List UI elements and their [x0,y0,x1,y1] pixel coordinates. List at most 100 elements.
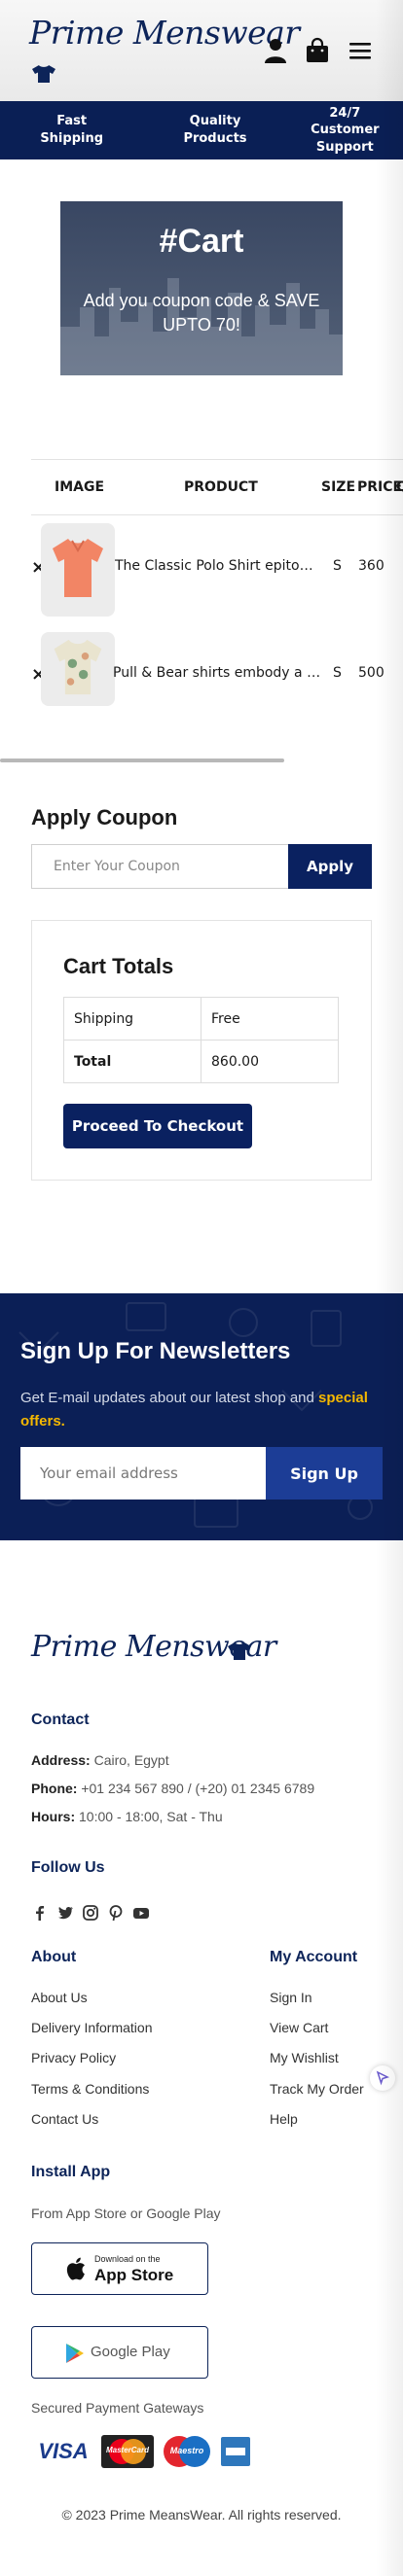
youtube-icon[interactable] [132,1904,150,1922]
contact-hours: Hours: 10:00 - 18:00, Sat - Thu [31,1809,223,1824]
about-heading: About [31,1949,77,1965]
cart-table-scrollbar[interactable] [0,759,284,762]
newsletter-email-input[interactable] [20,1447,266,1500]
google-play-label: Google Play [91,2344,170,2360]
newsletter-title: Sign Up For Newsletters [20,1338,291,1364]
payment-gateways-text: Secured Payment Gateways [31,2400,204,2416]
app-store-small-text: Download on the [94,2254,161,2264]
coupon-title: Apply Coupon [31,805,178,829]
follow-us-heading: Follow Us [31,1859,105,1876]
hero-title: #Cart [159,223,244,260]
totals-value: 860.00 [201,1040,339,1083]
app-store-button[interactable]: Download on the App Store [31,2242,208,2295]
address-value: Cairo, Egypt [93,1752,169,1768]
cart-totals-table: Shipping Free Total 860.00 [63,997,339,1083]
totals-row-shipping: Shipping Free [63,997,339,1041]
google-play-icon [66,2344,84,2363]
cart-row: × Pull & Bear shirts embody a fusion of … [31,632,403,739]
cursor-icon [376,2070,390,2086]
totals-label: Shipping [63,997,202,1041]
footer-link-sign-in[interactable]: Sign In [270,1990,312,2005]
phone-value: +01 234 567 890 / (+20) 01 2345 6789 [81,1781,315,1796]
install-app-text: From App Store or Google Play [31,2205,221,2221]
cart-table-header: IMAGE PRODUCT SIZE PRICE Q [31,459,403,515]
col-product-header: PRODUCT [184,479,258,495]
footer-link-wishlist[interactable]: My Wishlist [270,2050,339,2065]
totals-label: Total [63,1040,202,1083]
maestro-text: Maestro [169,2446,204,2455]
coupon-input[interactable] [31,844,288,889]
feature-quality-products: Quality Products [183,114,247,146]
phone-label: Phone: [31,1781,78,1796]
my-account-heading: My Account [270,1949,358,1965]
app-store-label: App Store [94,2266,174,2284]
product-size: S [333,665,342,681]
tshirt-logo-icon [32,65,55,83]
product-size: S [333,558,342,574]
newsletter-section: Sign Up For Newsletters Get E-mail updat… [0,1293,403,1540]
instagram-icon[interactable] [82,1904,99,1922]
facebook-icon[interactable] [31,1904,49,1922]
cart-table: IMAGE PRODUCT SIZE PRICE Q × The Classic… [31,459,403,739]
col-size-header: SIZE [321,479,356,495]
apple-icon [66,2257,85,2280]
footer-link-view-cart[interactable]: View Cart [270,2020,328,2035]
contact-address: Address: Cairo, Egypt [31,1752,169,1768]
site-header: Prime Menswear [0,0,403,101]
totals-value: Free [201,997,339,1041]
hero-subtitle: Add you coupon code & SAVE UPTO 70! [83,291,320,335]
payment-icons: VISA MasterCard Maestro [31,2435,251,2468]
footer-link-delivery[interactable]: Delivery Information [31,2020,153,2035]
footer-link-about-us[interactable]: About Us [31,1990,88,2005]
tshirt-logo-icon [228,1642,251,1660]
user-icon[interactable] [263,37,288,64]
footer-link-contact-us[interactable]: Contact Us [31,2111,98,2127]
social-icons [31,1904,150,1922]
cart-totals-title: Cart Totals [63,954,174,978]
contact-phone: Phone: +01 234 567 890 / (+20) 01 2345 6… [31,1781,314,1796]
mastercard-icon: MasterCard [101,2435,154,2468]
newsletter-signup-button[interactable]: Sign Up [266,1447,383,1500]
col-image-header: IMAGE [55,479,105,495]
footer-link-track-order[interactable]: Track My Order [270,2081,364,2097]
copyright-text: © 2023 Prime MeansWear. All rights reser… [61,2507,342,2523]
twitter-icon[interactable] [56,1904,74,1922]
cart-hero-banner: #Cart Add you coupon code & SAVE UPTO 70… [60,201,343,375]
apply-coupon-button[interactable]: Apply [288,844,372,889]
totals-row-total: Total 860.00 [63,1040,339,1083]
page-edge-shade [376,0,403,2576]
hours-label: Hours: [31,1809,76,1824]
product-name[interactable]: Pull & Bear shirts embody a fusion of ur… [113,665,323,681]
google-play-button[interactable]: Google Play [31,2326,208,2379]
hours-value: 10:00 - 18:00, Sat - Thu [79,1809,223,1824]
floating-chat-button[interactable] [370,2065,395,2091]
visa-icon: VISA [38,2439,89,2463]
product-thumbnail[interactable] [41,523,115,617]
menu-icon[interactable] [348,37,373,64]
install-app-heading: Install App [31,2164,111,2180]
maestro-icon: Maestro [160,2435,214,2468]
footer-link-privacy[interactable]: Privacy Policy [31,2050,116,2065]
pinterest-icon[interactable] [107,1904,125,1922]
brand-logo[interactable]: Prime Menswear [29,14,300,52]
product-thumbnail[interactable] [41,632,115,706]
product-name[interactable]: The Classic Polo Shirt epitomizes timele… [115,558,325,574]
newsletter-description: Get E-mail updates about our latest shop… [20,1387,371,1433]
product-price: 500 [358,665,385,681]
feature-fast-shipping: Fast Shipping [40,114,104,146]
footer-link-help[interactable]: Help [270,2111,298,2127]
features-bar: Fast Shipping Quality Products 24/7 Cust… [0,101,403,159]
contact-heading: Contact [31,1711,90,1728]
address-label: Address: [31,1752,91,1768]
newsletter-desc-text: Get E-mail updates about our latest shop… [20,1390,314,1406]
proceed-to-checkout-button[interactable]: Proceed To Checkout [63,1104,252,1148]
feature-customer-support: 24/7 Customer Support [311,105,380,155]
cart-row: × The Classic Polo Shirt epitomizes time… [31,515,403,632]
floral-shirt-image [54,639,102,695]
shopping-bag-icon[interactable] [305,37,330,64]
col-quantity-header: Q [396,479,403,495]
product-price: 360 [358,558,385,574]
american-express-icon [221,2437,250,2466]
footer-link-terms[interactable]: Terms & Conditions [31,2081,149,2097]
cart-totals-panel: Cart Totals Shipping Free Total 860.00 P… [31,920,372,1181]
